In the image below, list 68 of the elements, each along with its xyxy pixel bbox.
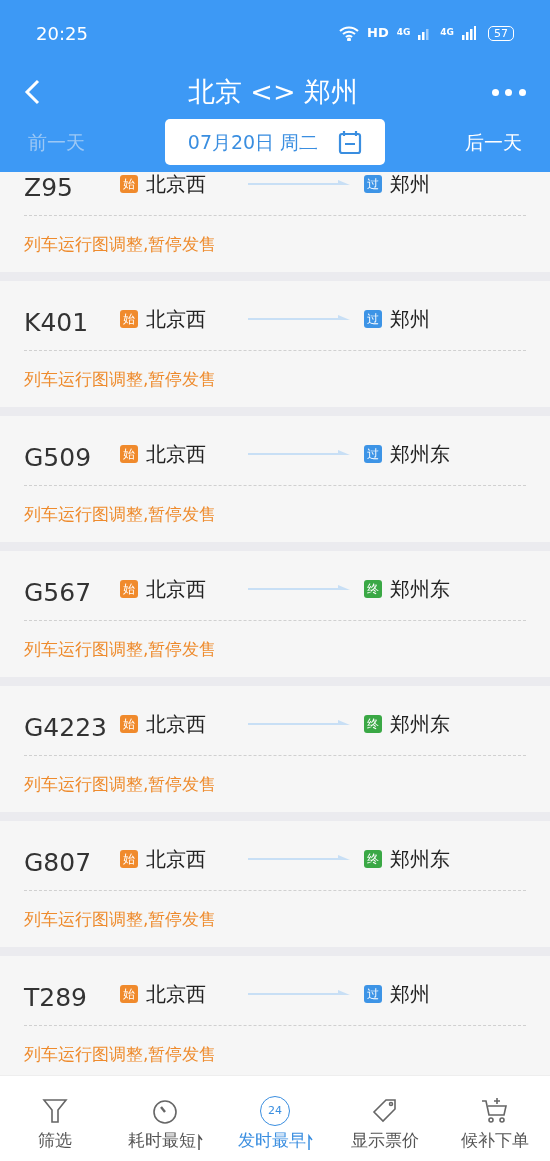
station-badge: 始 <box>120 579 138 598</box>
departure-station: 北京西 <box>146 845 207 873</box>
station-badge: 过 <box>364 174 382 193</box>
train-card[interactable]: G4223 始 北京西 终 郑州东 列车运行图调整,暂停发售 <box>0 686 550 812</box>
departure-station: 北京西 <box>146 575 207 603</box>
train-card[interactable]: K401 始 北京西 过 郑州 列车运行图调整,暂停发售 <box>0 281 550 407</box>
departure-station: 北京西 <box>146 440 207 468</box>
battery-icon: 57 <box>488 25 514 41</box>
wifi-icon <box>339 25 359 41</box>
sort-tab[interactable]: 耗时最短 <box>110 1076 220 1161</box>
train-number: T289 <box>24 981 88 1014</box>
page-title: 北京 <> 郑州 <box>187 74 359 109</box>
sort-icon <box>196 1133 203 1150</box>
arrival-station: 郑州 <box>390 305 430 333</box>
sale-notice: 列车运行图调整,暂停发售 <box>24 233 218 256</box>
sale-notice: 列车运行图调整,暂停发售 <box>24 1043 218 1066</box>
network-label: 4G <box>440 26 454 40</box>
train-card[interactable]: Z95 始 北京西 过 郑州 列车运行图调整,暂停发售 <box>0 172 550 272</box>
cart-icon <box>480 1096 510 1126</box>
departure-station: 北京西 <box>146 980 207 1008</box>
train-card[interactable]: G807 始 北京西 终 郑州东 列车运行图调整,暂停发售 <box>0 821 550 947</box>
train-number: Z95 <box>24 172 74 204</box>
sale-notice: 列车运行图调整,暂停发售 <box>24 638 218 661</box>
station-badge: 始 <box>120 714 138 733</box>
train-number: G807 <box>24 846 93 879</box>
arrival-station: 郑州 <box>390 172 430 198</box>
train-card[interactable]: T289 始 北京西 过 郑州 列车运行图调整,暂停发售 <box>0 956 550 1075</box>
train-card[interactable]: G509 始 北京西 过 郑州东 列车运行图调整,暂停发售 <box>0 416 550 542</box>
arrival-station: 郑州东 <box>390 710 450 738</box>
departure-station: 北京西 <box>146 172 207 198</box>
station-badge: 始 <box>120 849 138 868</box>
station-badge: 过 <box>364 309 382 328</box>
train-number: G4223 <box>24 711 108 744</box>
arrival-station: 郑州 <box>390 980 430 1008</box>
sale-notice: 列车运行图调整,暂停发售 <box>24 368 218 391</box>
station-badge: 始 <box>120 309 138 328</box>
arrival-station: 郑州东 <box>390 440 450 468</box>
station-badge: 过 <box>364 444 382 463</box>
sale-notice: 列车运行图调整,暂停发售 <box>24 773 218 796</box>
sort-tab[interactable]: 候补下单 <box>440 1076 550 1161</box>
sort-tab[interactable]: 筛选 <box>0 1076 110 1161</box>
network-label: 4G <box>396 26 411 40</box>
station-badge: 终 <box>364 849 382 868</box>
train-number: K401 <box>24 306 90 339</box>
sale-notice: 列车运行图调整,暂停发售 <box>24 908 218 931</box>
sale-notice: 列车运行图调整,暂停发售 <box>24 503 218 526</box>
arrival-station: 郑州东 <box>390 575 450 603</box>
train-card[interactable]: G567 始 北京西 终 郑州东 列车运行图调整,暂停发售 <box>0 551 550 677</box>
departure-station: 北京西 <box>146 305 207 333</box>
sort-icon <box>306 1133 313 1150</box>
station-badge: 过 <box>364 984 382 1003</box>
sort-tab[interactable]: 显示票价 <box>330 1076 440 1161</box>
calendar-icon <box>338 129 363 155</box>
hd-label: HD <box>367 24 389 43</box>
status-time: 20:25 <box>36 21 88 46</box>
sort-tab[interactable]: 24 发时最早 <box>220 1076 330 1161</box>
train-number: G567 <box>24 576 93 609</box>
filter-icon <box>40 1096 70 1126</box>
back-icon <box>24 79 40 105</box>
station-badge: 终 <box>364 714 382 733</box>
arrival-station: 郑州东 <box>390 845 450 873</box>
station-badge: 终 <box>364 579 382 598</box>
station-badge: 始 <box>120 444 138 463</box>
station-badge: 始 <box>120 174 138 193</box>
train-number: G509 <box>24 441 93 474</box>
departure-station: 北京西 <box>146 710 207 738</box>
station-badge: 始 <box>120 984 138 1003</box>
signal-icon <box>462 26 476 40</box>
